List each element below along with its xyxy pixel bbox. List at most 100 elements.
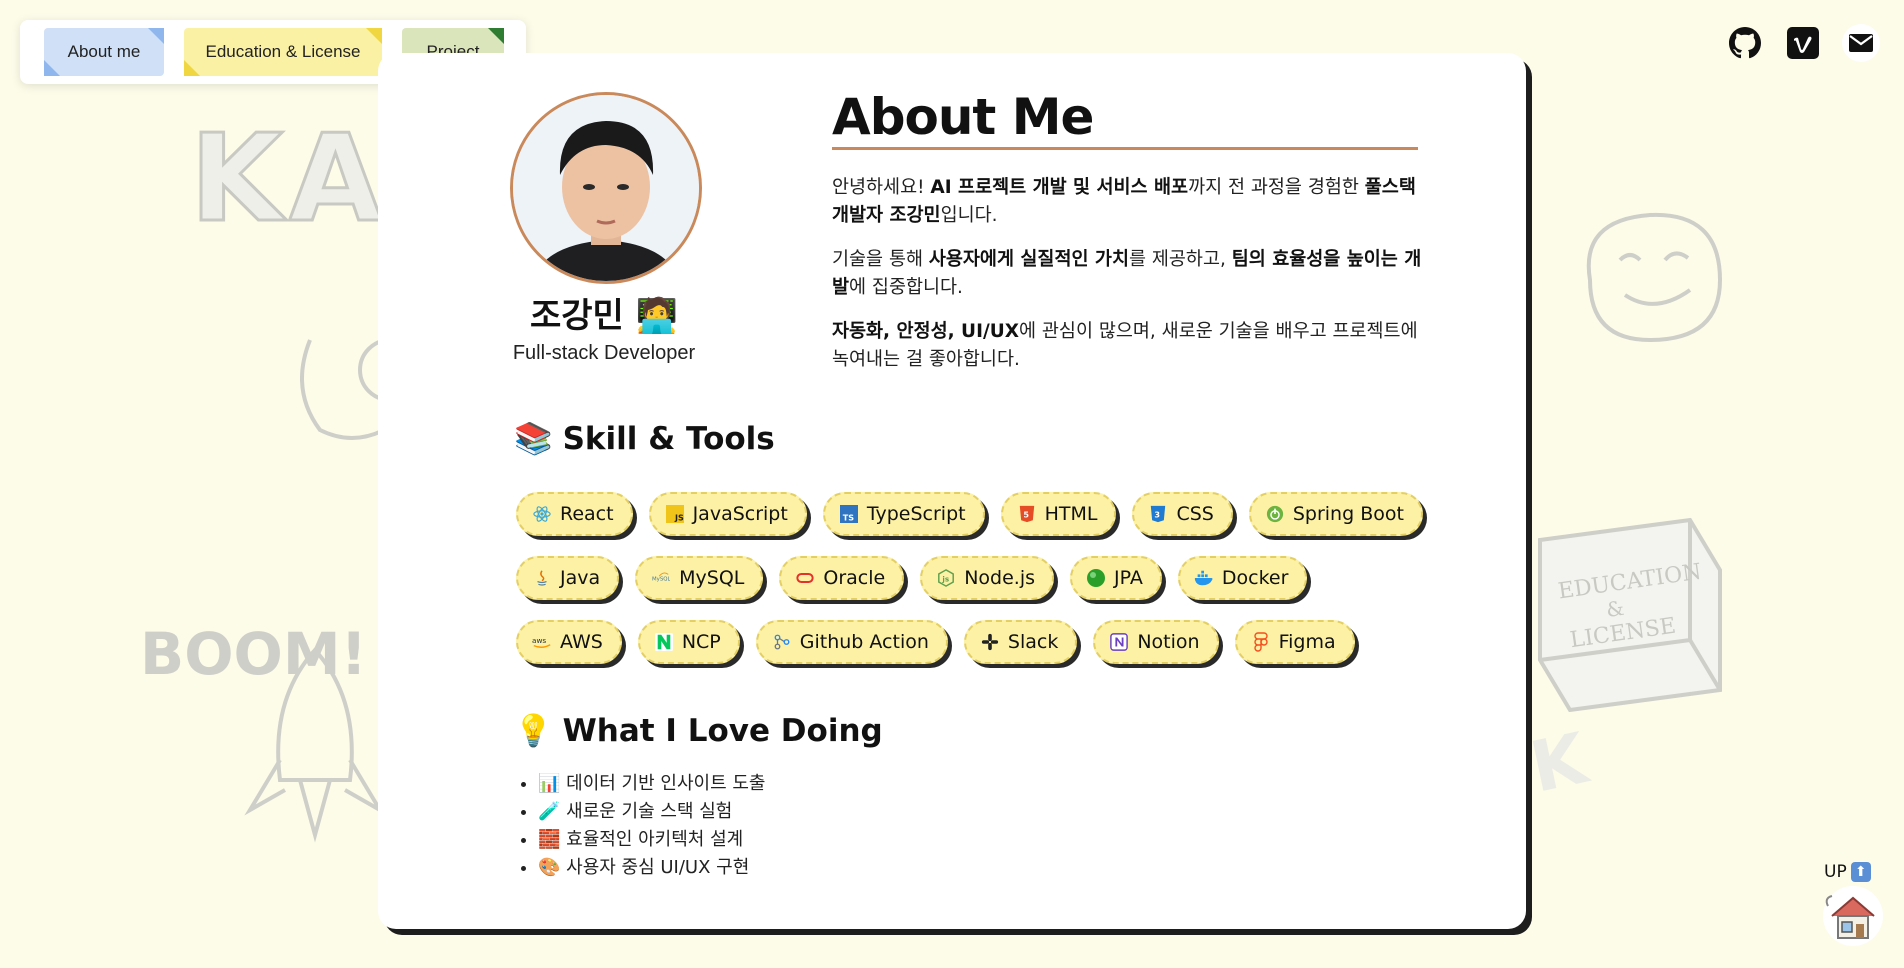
profile-photo <box>513 95 699 281</box>
skill-chip-notion: Notion <box>1093 620 1219 664</box>
tab-fold-corner <box>184 60 200 76</box>
skill-chip-java: Java <box>516 556 620 600</box>
paragraph-text: 안녕하세요! <box>832 177 931 198</box>
nodejs-icon: js <box>936 568 956 588</box>
profile-name-text: 조강민 <box>529 296 624 336</box>
skill-label: Java <box>560 567 601 589</box>
github-icon <box>1729 27 1761 59</box>
notion-icon <box>1109 632 1129 652</box>
profile-avatar <box>510 92 702 284</box>
skill-chip-ncp: NCP <box>637 620 740 664</box>
svg-text:LICENSE: LICENSE <box>1568 614 1677 654</box>
tab-fold-corner <box>488 28 504 44</box>
svg-text:5: 5 <box>1023 510 1029 520</box>
skill-chip-figma: Figma <box>1234 620 1355 664</box>
react-icon <box>532 504 552 524</box>
skill-label: Slack <box>1007 631 1059 653</box>
item-emoji-icon: 🧪 <box>538 801 567 822</box>
figma-icon <box>1251 632 1271 652</box>
item-text: 효율적인 아키텍처 설계 <box>566 829 744 850</box>
paragraph-text: 기술을 통해 <box>832 249 929 270</box>
svg-text:JS: JS <box>674 512 684 522</box>
paragraph-text: 를 제공하고, <box>1128 249 1232 270</box>
aws-icon: aws <box>532 632 552 652</box>
skill-label: Notion <box>1137 631 1200 653</box>
svg-text:TS: TS <box>843 512 855 522</box>
love-list: 📊 데이터 기반 인사이트 도출 🧪 새로운 기술 스택 실험 🧱 효율적인 아키텍… <box>516 770 765 882</box>
about-paragraph-2: 기술을 통해 사용자에게 실질적인 가치를 제공하고, 팀의 효율성을 높이는 … <box>832 246 1422 302</box>
skill-chip-github-action: Github Action <box>755 620 948 664</box>
about-paragraph-3: 자동화, 안정성, UI/UX에 관심이 많으며, 새로운 기술을 배우고 프로… <box>832 318 1422 374</box>
books-emoji-icon: 📚 <box>514 421 553 457</box>
title-underline <box>832 147 1418 150</box>
skill-chip-node-js: js Node.js <box>920 556 1055 600</box>
tab-label: Education & License <box>205 42 361 61</box>
mail-icon <box>1842 24 1880 62</box>
emphasis-text: AI 프로젝트 개발 및 서비스 배포 <box>930 177 1189 198</box>
svg-text:aws: aws <box>532 636 546 645</box>
up-label: UP ⬆ <box>1824 862 1871 882</box>
svg-text:MySQL: MySQL <box>652 577 670 583</box>
vimeo-icon <box>1787 27 1819 59</box>
svg-text:EDUCATION: EDUCATION <box>1557 560 1703 605</box>
java-icon <box>532 568 552 588</box>
up-label-text: UP <box>1824 862 1847 882</box>
skill-chip-typescript: TS TypeScript <box>822 492 985 536</box>
oracle-icon <box>795 568 815 588</box>
skill-label: React <box>560 503 614 525</box>
slack-icon <box>980 632 1000 652</box>
skills-row: React JS JavaScript TS TypeScript 5 HTML 3 CSS Sp… <box>516 492 1423 536</box>
tab-fold-corner <box>148 28 164 44</box>
skill-label: Oracle <box>823 567 886 589</box>
github-link[interactable] <box>1724 22 1766 64</box>
skills-row: Java MySQL MySQL Oracle js Node.js JPA Docker <box>516 556 1308 600</box>
list-item: 🧪 새로운 기술 스택 실험 <box>538 798 765 826</box>
item-text: 새로운 기술 스택 실험 <box>566 801 733 822</box>
mysql-icon: MySQL <box>651 568 671 588</box>
skill-label: HTML <box>1044 503 1098 525</box>
skill-chip-html: 5 HTML <box>1000 492 1117 536</box>
about-paragraph-1: 안녕하세요! AI 프로젝트 개발 및 서비스 배포까지 전 과정을 경험한 풀… <box>832 174 1422 230</box>
tab-fold-corner <box>44 60 60 76</box>
tab-education-license[interactable]: Education & License <box>184 28 382 76</box>
doodle-boom-text: BOOM! <box>140 620 367 688</box>
skill-label: MySQL <box>679 567 745 589</box>
tab-label: About me <box>67 42 141 61</box>
item-text: 데이터 기반 인사이트 도출 <box>566 773 766 794</box>
developer-emoji-icon: 🧑‍💻 <box>635 296 679 336</box>
doodle-smiley-icon <box>1586 212 1723 343</box>
emphasis-text: 자동화, 안정성, UI/UX <box>832 321 1020 342</box>
love-section-title: 💡 What I Love Doing <box>514 712 883 750</box>
scroll-up-button[interactable]: UP ⬆ <box>1818 858 1890 948</box>
skill-chip-spring-boot: Spring Boot <box>1248 492 1423 536</box>
skill-label: NCP <box>681 631 721 653</box>
skill-chip-mysql: MySQL MySQL <box>635 556 764 600</box>
love-title-text: What I Love Doing <box>562 712 883 749</box>
skill-label: Figma <box>1278 631 1336 653</box>
about-me-title: About Me <box>832 88 1094 146</box>
tab-about-me[interactable]: About me <box>44 28 164 76</box>
skill-label: TypeScript <box>866 503 966 525</box>
vimeo-link[interactable] <box>1782 22 1824 64</box>
email-link[interactable] <box>1840 22 1882 64</box>
skill-chip-docker: Docker <box>1177 556 1308 600</box>
item-emoji-icon: 🧱 <box>538 829 567 850</box>
profile-role: Full-stack Developer <box>512 342 696 364</box>
css-icon: 3 <box>1148 504 1168 524</box>
skill-chip-aws: aws AWS <box>516 620 622 664</box>
skill-label: Docker <box>1221 567 1289 589</box>
skill-label: JavaScript <box>692 503 788 525</box>
item-emoji-icon: 🎨 <box>538 857 567 878</box>
skill-chip-oracle: Oracle <box>779 556 905 600</box>
lightbulb-emoji-icon: 💡 <box>514 713 553 749</box>
typescript-icon: TS <box>839 504 859 524</box>
skill-label: Node.js <box>964 567 1036 589</box>
item-emoji-icon: 📊 <box>538 773 567 794</box>
paragraph-text: 입니다. <box>940 205 998 226</box>
jpa-icon <box>1086 568 1106 588</box>
skill-chip-jpa: JPA <box>1070 556 1162 600</box>
docker-icon <box>1194 568 1214 588</box>
spring-boot-icon <box>1265 504 1285 524</box>
paragraph-text: 에 집중합니다. <box>849 277 963 298</box>
skill-chip-react: React <box>516 492 633 536</box>
